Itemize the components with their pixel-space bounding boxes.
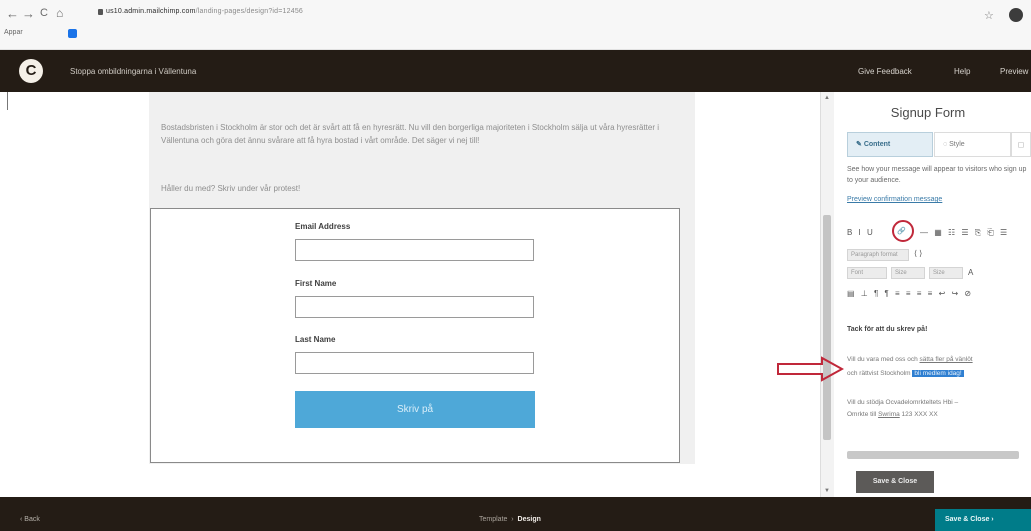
annotation-arrow-icon xyxy=(777,356,844,382)
confirmation-message-editor[interactable] xyxy=(834,316,1031,449)
bookmark-icon[interactable] xyxy=(68,29,77,38)
last-name-field[interactable] xyxy=(295,352,534,374)
editor-text: och rättvist Stockholm xyxy=(847,370,913,377)
profile-avatar[interactable] xyxy=(1009,8,1023,22)
back-arrow-icon[interactable]: ← xyxy=(6,6,19,21)
text-color-button[interactable]: A xyxy=(968,268,975,277)
tab-content-label: Content xyxy=(863,141,891,148)
editor-text: Omrkte till xyxy=(847,411,879,418)
preview-link-header[interactable]: Preview xyxy=(1000,67,1028,76)
step-design[interactable]: Design xyxy=(518,516,541,523)
save-close-button[interactable]: Save & Close xyxy=(856,471,934,493)
step-template[interactable]: Template xyxy=(479,516,507,523)
lock-icon xyxy=(98,9,103,15)
give-feedback-link[interactable]: Give Feedback xyxy=(858,67,912,76)
forward-arrow-icon[interactable]: → xyxy=(22,6,35,21)
editor-line-3[interactable]: Vill du stödja Ocvadelomrkteltets Hbi – xyxy=(847,399,958,406)
editor-text: Vill du vara med oss och xyxy=(847,356,920,363)
call-to-action-text[interactable]: Håller du med? Skriv under vår protest! xyxy=(161,182,681,195)
first-name-label: First Name xyxy=(295,279,337,288)
list-buttons[interactable]: — ▦ ☷ ☰ ⎘ ⎗ ☰ xyxy=(920,228,1009,238)
paragraph-format-select[interactable]: Paragraph format xyxy=(847,249,909,261)
tab-style-label: Style xyxy=(949,141,965,148)
star-icon[interactable]: ☆ xyxy=(984,9,994,22)
scroll-up-icon[interactable]: ▲ xyxy=(824,95,830,101)
reload-icon[interactable]: C xyxy=(40,7,48,19)
address-bar[interactable]: us10.admin.mailchimp.com/landing-pages/d… xyxy=(106,8,303,15)
first-name-field[interactable] xyxy=(295,296,534,318)
editor-text: 123 XXX XX xyxy=(899,411,938,418)
divider xyxy=(7,92,8,110)
source-code-icon[interactable]: ⟨⟩ xyxy=(914,249,924,258)
submit-button[interactable]: Skriv på xyxy=(295,391,535,428)
edit-icon: ✎ xyxy=(856,141,864,148)
horizontal-scrollbar[interactable] xyxy=(847,451,1019,459)
editor-link[interactable]: Swrima xyxy=(878,411,900,418)
tab-settings[interactable]: ◻ xyxy=(1011,132,1031,157)
email-field[interactable] xyxy=(295,239,534,261)
last-name-label: Last Name xyxy=(295,335,336,344)
page-title: Stoppa ombildningarna i Vällentuna xyxy=(70,67,197,76)
mailchimp-logo-icon[interactable]: C xyxy=(19,59,43,83)
editor-line-2[interactable]: och rättvist Stockholm bli medlem idag! xyxy=(847,370,964,377)
size-select[interactable]: Size xyxy=(891,267,925,279)
font-select[interactable]: Font xyxy=(847,267,887,279)
tab-content[interactable]: ✎ Content xyxy=(847,132,933,157)
step-navigation: Template › Design xyxy=(479,516,541,523)
alignment-buttons[interactable]: ▤ ⊥ ¶ ¶ ≡ ≡ ≡ ≡ ↩ ↪ ⊘ xyxy=(847,289,973,298)
editor-line-4[interactable]: Omrkte till Swrima 123 XXX XX xyxy=(847,411,938,418)
scrollbar-thumb[interactable] xyxy=(823,215,831,440)
email-label: Email Address xyxy=(295,222,351,231)
editor-link[interactable]: sätta fler på vänlöt xyxy=(920,356,973,363)
tab-style[interactable]: ◌ Style xyxy=(934,132,1011,157)
editor-line-1[interactable]: Vill du vara med oss och sätta fler på v… xyxy=(847,356,973,363)
editor-heading[interactable]: Tack för att du skrev på! xyxy=(847,326,927,333)
url-host: us10.admin.mailchimp.com xyxy=(106,8,196,15)
apps-bookmark[interactable]: Appar xyxy=(4,29,23,36)
format-buttons[interactable]: B I U xyxy=(847,228,875,237)
panel-description: See how your message will appear to visi… xyxy=(847,166,1027,184)
url-path: /landing-pages/design?id=12456 xyxy=(195,8,304,15)
annotation-circle xyxy=(892,220,914,242)
home-icon[interactable]: ⌂ xyxy=(56,6,63,20)
panel-title: Signup Form xyxy=(890,105,966,120)
save-close-footer-button[interactable]: Save & Close › xyxy=(935,509,1031,531)
scroll-down-icon[interactable]: ▼ xyxy=(824,488,830,494)
footer-bar xyxy=(0,497,1031,531)
selected-text[interactable]: bli medlem idag! xyxy=(912,370,964,377)
intro-paragraph[interactable]: Bostadsbristen i Stockholm är stor och d… xyxy=(161,121,681,147)
style-select[interactable]: Size xyxy=(929,267,963,279)
preview-confirmation-link[interactable]: Preview confirmation message xyxy=(847,196,942,203)
back-button[interactable]: ‹ Back xyxy=(20,516,40,523)
help-link[interactable]: Help xyxy=(954,67,970,76)
step-separator-icon: › xyxy=(511,516,514,523)
